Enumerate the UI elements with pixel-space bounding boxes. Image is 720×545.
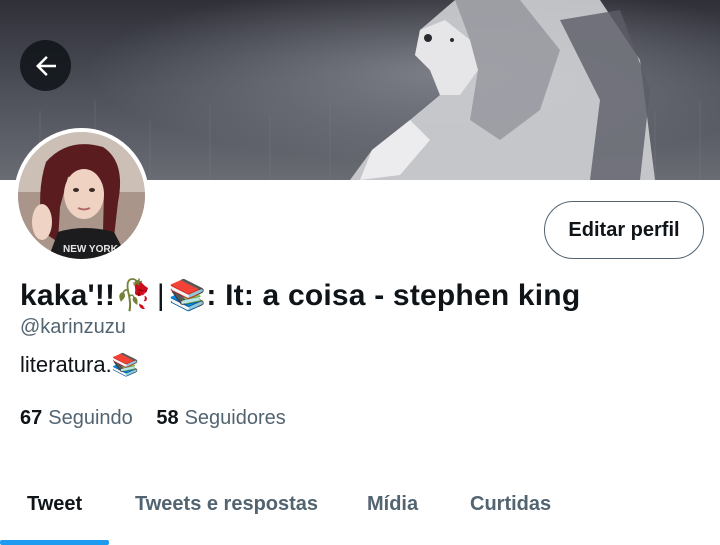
followers-label: Seguidores [184,407,286,429]
display-name-part2: 📚: It: a coisa - stephen king [168,279,581,312]
svg-text:NEW YORK: NEW YORK [63,244,119,255]
following-label: Seguindo [48,407,133,429]
tab-tweet[interactable]: Tweet [27,493,82,516]
tab-curtidas[interactable]: Curtidas [470,493,551,516]
user-handle: @karinzuzu [20,316,126,338]
arrow-left-icon [35,55,56,76]
followers-count: 58 [156,407,179,429]
profile-stats: 67 Seguindo 58 Seguidores [20,407,304,430]
following-count: 67 [20,407,43,429]
tab-tweets-e-respostas[interactable]: Tweets e respostas [135,493,318,516]
avatar[interactable]: NEW YORK [14,128,149,263]
display-name: kaka'!!🥀 | 📚: It: a coisa - stephen king [20,278,580,313]
active-tab-indicator [0,540,109,545]
avatar-image: NEW YORK [18,132,145,259]
display-name-part1: kaka'!!🥀 [20,279,153,312]
profile-tabs: Tweet Tweets e respostas Mídia Curtidas [0,470,720,545]
edit-profile-button[interactable]: Editar perfil [544,201,704,259]
profile-bio: literatura.📚 [20,352,140,377]
back-button[interactable] [20,40,71,91]
followers-link[interactable]: 58 Seguidores [156,407,285,430]
display-name-separator: | [156,279,165,312]
tab-midia[interactable]: Mídia [367,493,418,516]
following-link[interactable]: 67 Seguindo [20,407,133,430]
